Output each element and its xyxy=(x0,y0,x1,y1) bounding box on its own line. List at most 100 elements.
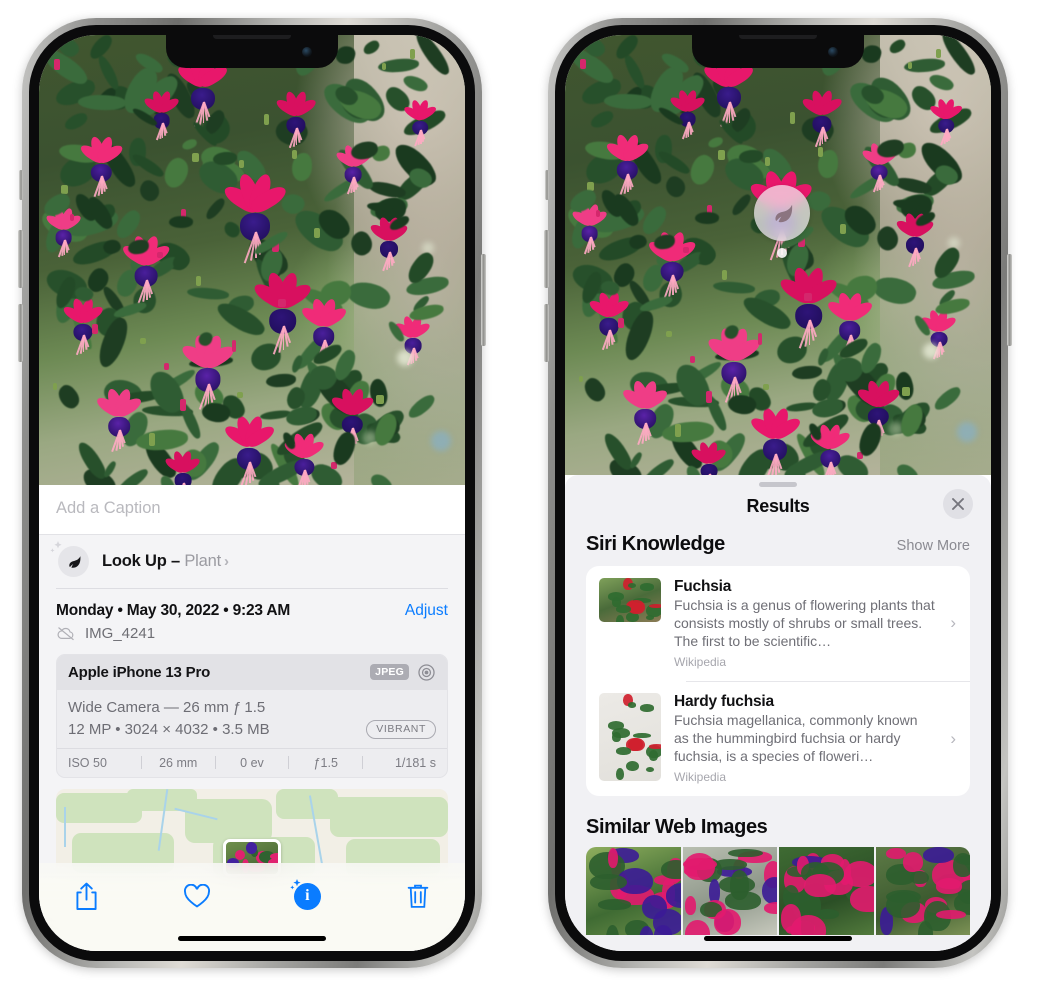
front-camera xyxy=(302,47,312,57)
knowledge-title: Hardy fuchsia xyxy=(674,693,774,711)
similar-web-images-row xyxy=(586,846,970,935)
results-title: Results xyxy=(746,496,810,516)
web-image-detail xyxy=(936,878,962,894)
flower-bud xyxy=(717,150,726,160)
flower-bud xyxy=(263,113,270,126)
volume-up-button[interactable] xyxy=(18,230,23,288)
web-image-thumb[interactable] xyxy=(682,846,777,935)
look-up-row[interactable]: Look Up – Plant › xyxy=(39,535,465,588)
photo-viewer-left[interactable] xyxy=(39,35,465,485)
power-button[interactable] xyxy=(1007,254,1012,346)
web-image-thumb[interactable] xyxy=(586,846,681,935)
thumbnail-detail xyxy=(612,727,630,738)
thumbnail-detail xyxy=(627,582,636,588)
capture-date: Monday • May 30, 2022 • 9:23 AM xyxy=(56,601,291,619)
visual-lookup-anchor-dot xyxy=(777,248,787,258)
fuchsia-flower xyxy=(78,134,125,197)
home-indicator[interactable] xyxy=(178,936,326,941)
adjust-button[interactable]: Adjust xyxy=(405,602,448,620)
left-device-bezel: Add a Caption Look Up – Plant › Monday •… xyxy=(29,25,475,961)
thumbnail-detail xyxy=(625,760,640,772)
web-image-detail xyxy=(953,853,970,878)
fuchsia-flower xyxy=(402,98,439,147)
flower-bud xyxy=(579,58,587,70)
device-notch xyxy=(166,35,338,68)
web-image-detail xyxy=(606,925,619,935)
format-badge: JPEG xyxy=(370,664,409,680)
right-iphone-device: Results Siri Knowledge Show More Fuchsia… xyxy=(544,18,1012,968)
fuchsia-flower xyxy=(604,132,651,195)
caption-input[interactable]: Add a Caption xyxy=(39,485,465,535)
similar-web-images-header: Similar Web Images xyxy=(565,796,991,847)
power-button[interactable] xyxy=(481,254,486,346)
flower-bud xyxy=(764,156,771,166)
look-up-subject: Plant xyxy=(184,552,221,570)
web-image-detail xyxy=(804,874,836,897)
share-icon xyxy=(75,882,97,910)
sparkle-icon xyxy=(290,879,301,890)
thumbnail-detail xyxy=(616,767,625,780)
share-button[interactable] xyxy=(67,877,105,915)
home-indicator[interactable] xyxy=(704,936,852,941)
fuchsia-flower xyxy=(748,405,803,475)
web-image-thumb[interactable] xyxy=(875,846,970,935)
thumbnail-detail xyxy=(639,703,655,712)
web-image-detail xyxy=(683,852,715,880)
mute-switch[interactable] xyxy=(545,170,549,200)
siri-knowledge-card: Fuchsia Fuchsia is a genus of flowering … xyxy=(586,566,970,796)
fuchsia-flower xyxy=(163,449,203,485)
map-green-area xyxy=(330,796,448,837)
bokeh-highlight xyxy=(956,422,977,443)
knowledge-item-hardy-fuchsia[interactable]: Hardy fuchsia Fuchsia magellanica, commo… xyxy=(586,681,970,796)
leaf-chip xyxy=(50,541,89,577)
volume-down-button[interactable] xyxy=(544,304,549,362)
visual-lookup-badge[interactable] xyxy=(754,185,810,241)
info-button[interactable]: i xyxy=(288,877,326,915)
exif-iso: ISO 50 xyxy=(68,755,107,770)
web-image-detail xyxy=(660,859,681,879)
exif-row: ISO 50 26 mm 0 ev ƒ1.5 1/181 s xyxy=(57,747,447,777)
camera-card-body: Wide Camera — 26 mm ƒ 1.5 12 MP • 3024 ×… xyxy=(57,690,447,748)
web-image-detail xyxy=(844,860,874,887)
exif-shutter: 1/181 s xyxy=(394,755,436,770)
delete-button[interactable] xyxy=(399,877,437,915)
camera-details-card: Apple iPhone 13 Pro JPEG Wide Camera — 2… xyxy=(56,653,448,778)
web-image-detail xyxy=(886,848,906,860)
web-image-detail xyxy=(886,891,921,919)
right-screen: Results Siri Knowledge Show More Fuchsia… xyxy=(565,35,991,951)
fuchsia-flower xyxy=(299,296,349,363)
knowledge-source: Wikipedia xyxy=(674,769,727,784)
knowledge-item-fuchsia[interactable]: Fuchsia Fuchsia is a genus of flowering … xyxy=(586,566,970,681)
map-pin-detail xyxy=(269,852,278,861)
fuchsia-flower xyxy=(61,296,105,356)
volume-up-button[interactable] xyxy=(544,230,549,288)
web-image-thumb[interactable] xyxy=(779,846,874,935)
favorite-button[interactable] xyxy=(178,877,216,915)
exif-focal: 26 mm xyxy=(159,755,198,770)
close-button[interactable] xyxy=(943,489,973,519)
thumbnail-detail xyxy=(615,605,631,613)
flower-bud xyxy=(789,111,796,124)
heart-icon xyxy=(183,883,210,908)
flower-bud xyxy=(690,355,696,363)
siri-knowledge-header: Siri Knowledge Show More xyxy=(565,531,991,566)
exif-ev: 0 ev xyxy=(240,755,264,770)
left-iphone-device: Add a Caption Look Up – Plant › Monday •… xyxy=(18,18,486,968)
trash-icon xyxy=(407,884,429,908)
fuchsia-flower xyxy=(274,89,318,149)
web-image-detail xyxy=(684,895,697,915)
leaf-icon xyxy=(68,555,80,568)
cloud-slash-icon xyxy=(57,626,74,640)
left-screen: Add a Caption Look Up – Plant › Monday •… xyxy=(39,35,465,951)
knowledge-thumbnail xyxy=(599,578,661,622)
flower-bud xyxy=(902,387,910,396)
flower-bud xyxy=(313,227,321,239)
mute-switch[interactable] xyxy=(19,170,23,200)
volume-down-button[interactable] xyxy=(18,304,23,362)
show-more-button[interactable]: Show More xyxy=(897,538,970,554)
knowledge-thumbnail xyxy=(599,693,661,782)
knowledge-source: Wikipedia xyxy=(674,654,727,669)
fuchsia-flower xyxy=(689,440,729,475)
web-image-detail xyxy=(642,894,668,920)
section-title: Siri Knowledge xyxy=(586,533,725,555)
